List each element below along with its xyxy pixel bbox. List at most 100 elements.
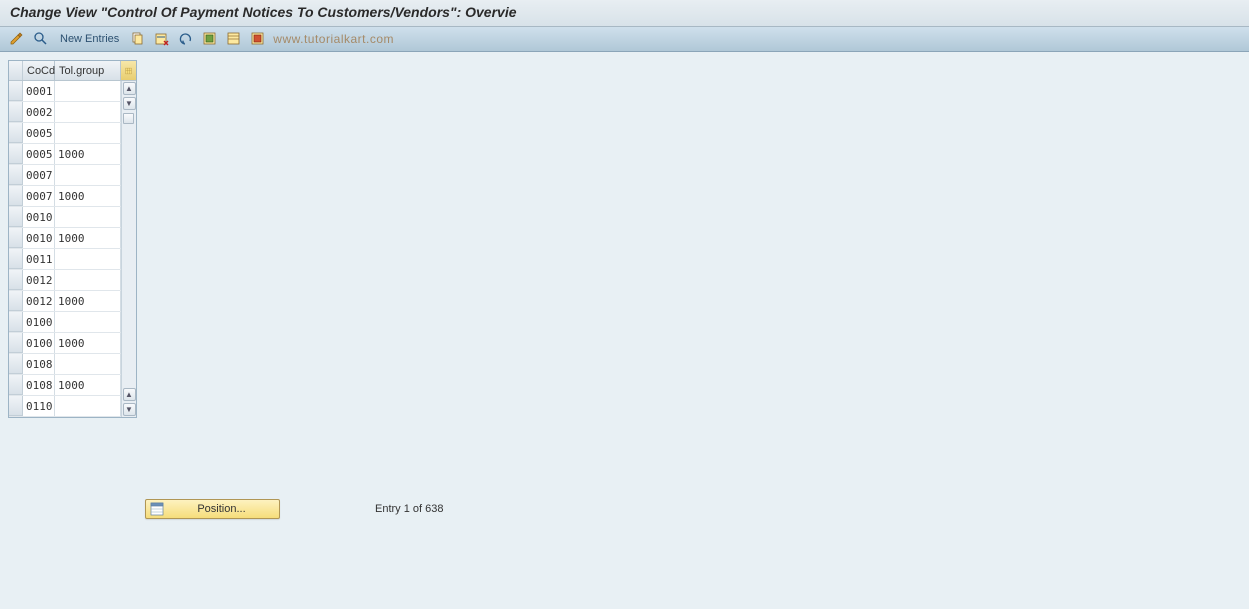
row-selector[interactable] [9,81,23,101]
cell-tolgroup[interactable] [55,270,121,290]
cell-tolgroup[interactable] [55,207,121,227]
table-row: 01001000 [9,333,121,354]
cell-tolgroup[interactable]: 1000 [55,291,121,311]
position-icon [150,502,164,516]
content-area: CoCd Tol.group 0001000200050005100000070… [0,52,1249,426]
scroll-down-button[interactable]: ▼ [123,97,136,110]
row-selector[interactable] [9,249,23,269]
pencil-glasses-icon [9,31,25,47]
position-button-label: Position... [168,503,275,515]
deselect-all-button[interactable] [247,30,269,48]
watermark-text: www.tutorialkart.com [273,32,394,46]
cell-cocd[interactable]: 0110 [23,396,55,416]
page-title: Change View "Control Of Payment Notices … [0,0,1249,27]
row-selector[interactable] [9,165,23,185]
toggle-display-change-button[interactable] [6,30,28,48]
cell-tolgroup[interactable]: 1000 [55,144,121,164]
scroll-down-bottom-button[interactable]: ▼ [123,403,136,416]
cell-tolgroup[interactable] [55,354,121,374]
cell-tolgroup[interactable]: 1000 [55,228,121,248]
table-row: 0108 [9,354,121,375]
cell-tolgroup[interactable]: 1000 [55,186,121,206]
cell-cocd[interactable]: 0002 [23,102,55,122]
row-selector[interactable] [9,228,23,248]
delete-row-icon [154,31,170,47]
row-selector[interactable] [9,207,23,227]
cell-tolgroup[interactable] [55,81,121,101]
detail-button[interactable] [30,30,52,48]
cell-tolgroup[interactable] [55,165,121,185]
cell-cocd[interactable]: 0012 [23,291,55,311]
table-row: 0012 [9,270,121,291]
select-block-button[interactable] [223,30,245,48]
deselect-all-icon [250,31,266,47]
table-settings-button[interactable] [121,61,136,80]
column-header-cocd[interactable]: CoCd [23,61,55,80]
table-row: 00101000 [9,228,121,249]
cell-cocd[interactable]: 0012 [23,270,55,290]
cell-tolgroup[interactable]: 1000 [55,333,121,353]
entry-status-text: Entry 1 of 638 [375,503,444,515]
scroll-up-button[interactable]: ▲ [123,82,136,95]
row-selector[interactable] [9,333,23,353]
cell-tolgroup[interactable] [55,249,121,269]
row-selector-header[interactable] [9,61,23,80]
cell-cocd[interactable]: 0011 [23,249,55,269]
undo-icon [178,31,194,47]
vertical-scrollbar[interactable]: ▲ ▼ ▲ ▼ [121,81,136,417]
new-entries-button[interactable]: New Entries [54,33,125,45]
cell-tolgroup[interactable]: 1000 [55,375,121,395]
cell-cocd[interactable]: 0108 [23,375,55,395]
cell-cocd[interactable]: 0001 [23,81,55,101]
row-selector[interactable] [9,312,23,332]
row-selector[interactable] [9,123,23,143]
column-header-tolgroup[interactable]: Tol.group [55,61,121,80]
cell-tolgroup[interactable] [55,312,121,332]
table-header-row: CoCd Tol.group [9,61,136,81]
cell-cocd[interactable]: 0010 [23,207,55,227]
magnifier-icon [33,31,49,47]
row-selector[interactable] [9,102,23,122]
cell-cocd[interactable]: 0005 [23,123,55,143]
data-table: CoCd Tol.group 0001000200050005100000070… [8,60,137,418]
delete-button[interactable] [151,30,173,48]
scroll-track[interactable] [123,111,136,249]
row-selector[interactable] [9,144,23,164]
row-selector[interactable] [9,291,23,311]
cell-cocd[interactable]: 0108 [23,354,55,374]
row-selector[interactable] [9,354,23,374]
table-row: 0010 [9,207,121,228]
table-row: 00071000 [9,186,121,207]
table-row: 01081000 [9,375,121,396]
cell-cocd[interactable]: 0007 [23,165,55,185]
row-selector[interactable] [9,375,23,395]
select-all-button[interactable] [199,30,221,48]
cell-cocd[interactable]: 0100 [23,333,55,353]
scroll-up-bottom-button[interactable]: ▲ [123,388,136,401]
table-row: 0001 [9,81,121,102]
scroll-thumb[interactable] [123,113,134,124]
row-selector[interactable] [9,396,23,416]
table-row: 0011 [9,249,121,270]
cell-cocd[interactable]: 0007 [23,186,55,206]
copy-icon [130,31,146,47]
position-button[interactable]: Position... [145,499,280,519]
undo-button[interactable] [175,30,197,48]
row-selector[interactable] [9,186,23,206]
cell-tolgroup[interactable] [55,123,121,143]
cell-tolgroup[interactable] [55,102,121,122]
row-selector[interactable] [9,270,23,290]
cell-cocd[interactable]: 0010 [23,228,55,248]
table-row: 0002 [9,102,121,123]
select-block-icon [226,31,242,47]
application-toolbar: New Entries www.tutorialkart.com [0,27,1249,52]
table-config-icon [125,65,132,77]
cell-cocd[interactable]: 0005 [23,144,55,164]
table-row: 0110 [9,396,121,417]
table-row: 0005 [9,123,121,144]
cell-cocd[interactable]: 0100 [23,312,55,332]
table-row: 0100 [9,312,121,333]
table-row: 00051000 [9,144,121,165]
cell-tolgroup[interactable] [55,396,121,416]
copy-as-button[interactable] [127,30,149,48]
